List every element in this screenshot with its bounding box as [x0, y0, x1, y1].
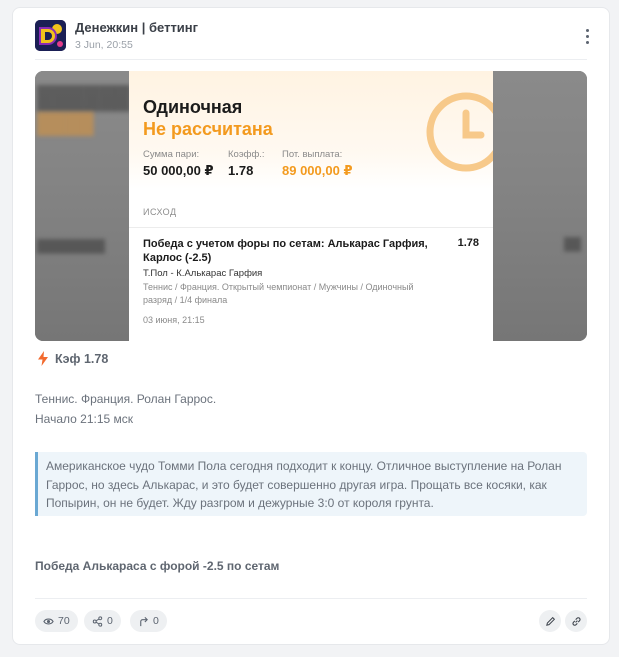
- payout-column: Пот. выплата: 89 000,00 ₽: [282, 149, 353, 179]
- blur-decoration-3: ████████: [37, 239, 106, 253]
- odds-badge: Кэф 1.78: [37, 351, 108, 366]
- blur-decoration: ██████: [37, 85, 131, 110]
- post-body: Теннис. Франция. Ролан Гаррос. Начало 21…: [35, 389, 216, 429]
- bet-type: Одиночная: [143, 97, 243, 117]
- stake-value: 50 000,00 ₽: [143, 163, 214, 178]
- forward-icon: [140, 616, 148, 626]
- edit-button[interactable]: [539, 610, 561, 632]
- bet-slip: Одиночная Не рассчитана Сумма пари: 50 0…: [129, 71, 493, 341]
- post-date: 3 Jun, 20:55: [75, 39, 133, 51]
- selection-name: Победа с учетом форы по сетам: Алькарас …: [143, 238, 428, 264]
- forwards-count: 0: [153, 615, 159, 627]
- more-vertical-icon[interactable]: [579, 24, 595, 48]
- stake-column: Сумма пари: 50 000,00 ₽: [143, 149, 214, 179]
- payout-label: Пот. выплата:: [282, 149, 343, 160]
- pencil-icon: [545, 616, 555, 626]
- selection-league: Теннис / Франция. Открытый чемпионат / М…: [143, 282, 414, 305]
- channel-avatar[interactable]: [35, 20, 66, 51]
- copy-link-button[interactable]: [565, 610, 587, 632]
- link-icon: [571, 616, 581, 626]
- views-counter[interactable]: 70: [35, 610, 78, 632]
- eye-icon: [43, 618, 54, 624]
- body-line-start: Начало 21:15 мск: [35, 412, 134, 426]
- footer-divider: [35, 598, 587, 599]
- selection-match: Т.Пол - К.Алькарас Гарфия: [143, 268, 263, 279]
- post-image[interactable]: ██████ ████ ████████ ██ Одиночная Не рас…: [35, 71, 587, 341]
- lightning-icon: [38, 351, 48, 366]
- clock-icon: [426, 92, 493, 172]
- outcome-header: ИСХОД: [143, 207, 177, 217]
- payout-value: 89 000,00 ₽: [282, 163, 353, 178]
- selection-time: 03 июня, 21:15: [143, 315, 205, 325]
- share-icon: [92, 615, 103, 627]
- header-divider: [35, 59, 587, 60]
- post-summary: Победа Алькараса с форой -2.5 по сетам: [35, 559, 280, 573]
- shares-counter[interactable]: 0: [84, 610, 121, 632]
- odds-badge-text: Кэф 1.78: [55, 351, 109, 366]
- bet-status: Не рассчитана: [143, 119, 273, 139]
- odds-column: Коэфф.: 1.78: [228, 149, 265, 178]
- odds-label: Коэфф.:: [228, 149, 265, 160]
- avatar-logo-icon: [35, 20, 66, 51]
- post-card: Денежкин | беттинг 3 Jun, 20:55 ██████ █…: [12, 7, 610, 645]
- post-footer: 70 0 0: [35, 610, 587, 632]
- blur-decoration-4: ██: [563, 237, 581, 251]
- blur-decoration-2: ████: [37, 113, 94, 135]
- body-line-sport: Теннис. Франция. Ролан Гаррос.: [35, 392, 217, 406]
- post-header: Денежкин | беттинг 3 Jun, 20:55: [35, 20, 595, 54]
- views-count: 70: [58, 615, 70, 627]
- bet-slip-divider: [129, 227, 493, 228]
- channel-name[interactable]: Денежкин | беттинг: [75, 20, 198, 35]
- post-quote: Американское чудо Томми Пола сегодня под…: [35, 452, 587, 516]
- stake-label: Сумма пари:: [143, 149, 200, 160]
- selection-odds: 1.78: [457, 237, 479, 249]
- odds-value: 1.78: [228, 163, 254, 178]
- shares-count: 0: [107, 615, 113, 627]
- forwards-counter[interactable]: 0: [130, 610, 167, 632]
